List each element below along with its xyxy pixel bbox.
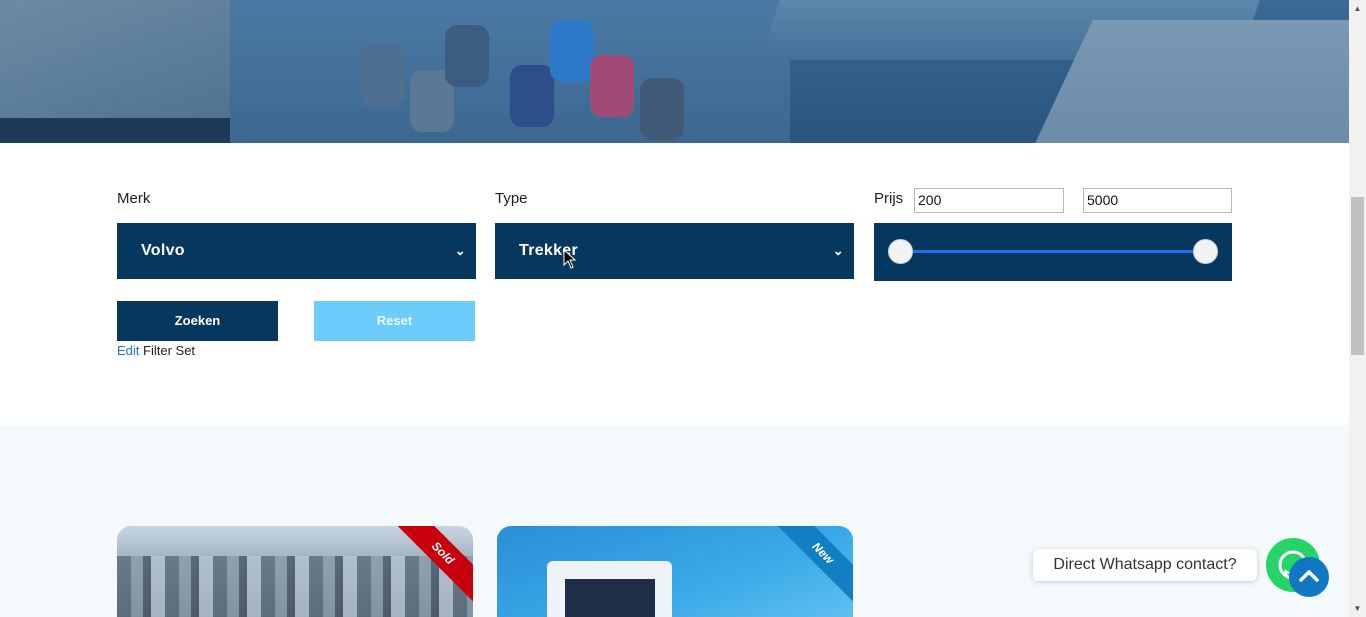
hero-car	[510, 65, 554, 127]
reset-button[interactable]: Reset	[314, 301, 475, 341]
status-ribbon: New	[777, 526, 853, 602]
hero-car	[640, 78, 684, 140]
hero-image	[0, 0, 1349, 143]
listing-card[interactable]: Sold	[117, 526, 473, 617]
page-scrollbar[interactable]: ▲ ▼	[1349, 0, 1366, 617]
chevron-down-icon: ⌄	[454, 243, 466, 258]
price-min-handle[interactable]	[888, 239, 913, 264]
mouse-cursor-icon	[563, 249, 577, 269]
status-badge: New	[777, 526, 853, 602]
edit-filter-set-label: Filter Set	[143, 343, 196, 358]
merk-label: Merk	[117, 190, 151, 207]
type-select[interactable]: Trekker ⌄	[495, 223, 854, 279]
listing-photo	[547, 561, 672, 617]
hero-car	[445, 25, 489, 87]
status-badge: Sold	[397, 526, 473, 602]
merk-select-value: Volvo	[141, 242, 185, 259]
price-max-handle[interactable]	[1193, 239, 1218, 264]
edit-filter-set: Edit Filter Set	[117, 343, 195, 358]
chevron-up-icon[interactable]	[1289, 557, 1329, 597]
type-label: Type	[495, 190, 528, 207]
merk-select[interactable]: Volvo ⌄	[117, 223, 476, 279]
status-ribbon: Sold	[397, 526, 473, 602]
hero-parking-lot	[230, 0, 790, 143]
scroll-up-arrow-icon[interactable]: ▲	[1349, 0, 1366, 17]
hero-car	[590, 55, 634, 117]
scroll-down-arrow-icon[interactable]: ▼	[1349, 600, 1366, 617]
price-range-track	[901, 250, 1205, 253]
scrollbar-thumb[interactable]	[1351, 197, 1364, 355]
listing-card[interactable]: New	[497, 526, 853, 617]
price-max-input[interactable]: 5000	[1083, 188, 1232, 213]
chevron-down-icon: ⌄	[832, 243, 844, 258]
truck-cab	[565, 579, 655, 617]
edit-link[interactable]: Edit	[117, 343, 139, 358]
hero-car	[550, 20, 594, 82]
hero-car	[360, 45, 404, 107]
hero-roof-edge	[0, 118, 240, 143]
price-min-input[interactable]: 200	[914, 188, 1064, 213]
prijs-label: Prijs	[874, 190, 904, 207]
search-button[interactable]: Zoeken	[117, 301, 278, 341]
price-range-slider[interactable]	[874, 223, 1232, 281]
whatsapp-tooltip[interactable]: Direct Whatsapp contact?	[1033, 549, 1257, 581]
